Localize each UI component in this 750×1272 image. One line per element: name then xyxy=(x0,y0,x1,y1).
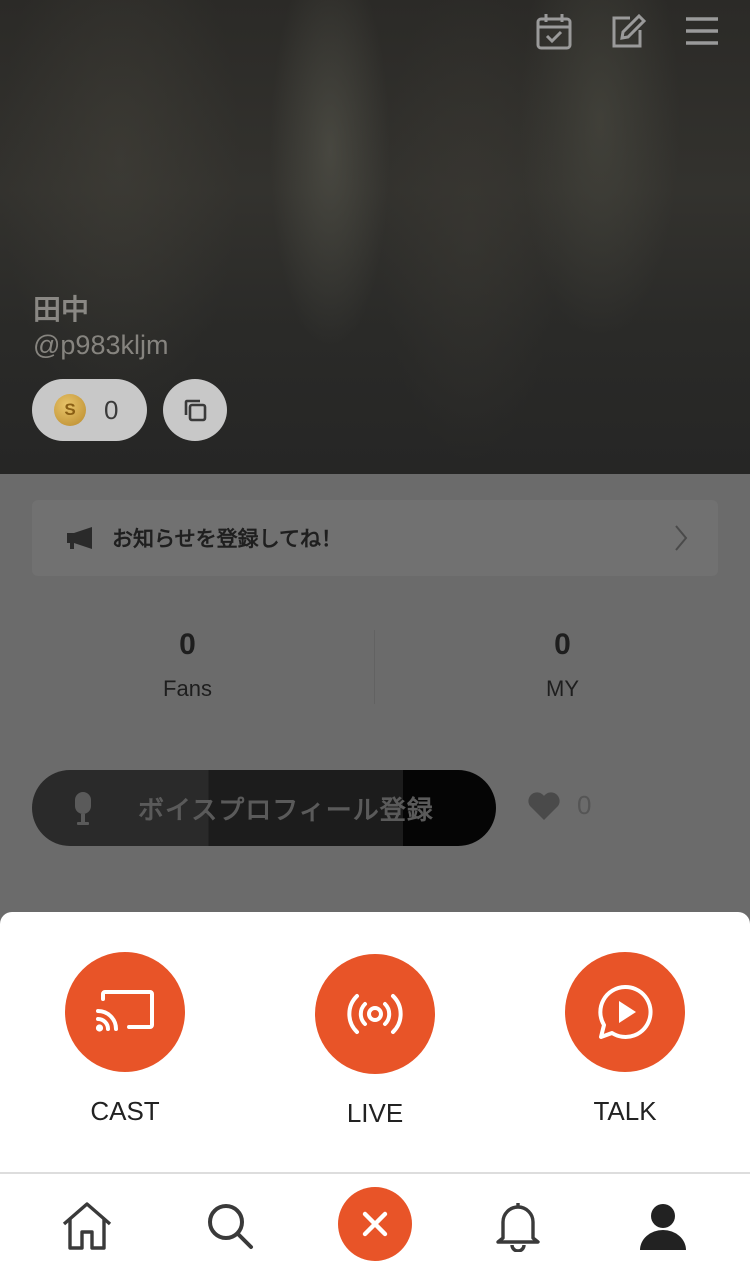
action-label: CAST xyxy=(90,1096,160,1126)
voice-profile-label: ボイスプロフィール登録 xyxy=(138,794,434,825)
cast-button[interactable]: CAST xyxy=(65,952,185,1127)
coin-count: 0 xyxy=(104,394,119,425)
heart-icon xyxy=(528,791,560,820)
stat-fans[interactable]: 0 Fans xyxy=(0,610,375,710)
copy-button[interactable] xyxy=(163,379,227,441)
stat-my[interactable]: 0 MY xyxy=(375,610,750,710)
megaphone-icon xyxy=(67,527,92,549)
header-actions xyxy=(534,12,722,52)
stat-value: 0 xyxy=(554,628,571,661)
edit-icon[interactable] xyxy=(608,12,648,52)
close-icon xyxy=(362,1211,388,1237)
live-button[interactable]: LIVE xyxy=(315,954,435,1129)
stat-divider xyxy=(374,630,375,704)
profile-icon[interactable] xyxy=(633,1196,693,1256)
create-action-sheet: CAST LIVE TALK xyxy=(0,912,750,1172)
profile-handle: @p983kljm xyxy=(33,330,169,360)
search-icon[interactable] xyxy=(200,1196,260,1256)
talk-icon xyxy=(565,952,685,1072)
calendar-check-icon[interactable] xyxy=(534,12,574,52)
notice-banner[interactable]: お知らせを登録してね！ xyxy=(32,500,718,576)
copy-icon xyxy=(184,399,207,422)
stat-value: 0 xyxy=(179,628,196,661)
profile-name: 田中 xyxy=(33,294,90,325)
likes-count: 0 xyxy=(577,790,592,820)
coin-balance-button[interactable]: S 0 xyxy=(32,379,147,441)
cast-icon xyxy=(65,952,185,1072)
coin-icon: S xyxy=(54,394,86,426)
talk-button[interactable]: TALK xyxy=(565,952,685,1127)
voice-profile-button[interactable]: ボイスプロフィール登録 xyxy=(32,770,496,846)
microphone-icon xyxy=(75,792,91,825)
menu-icon[interactable] xyxy=(682,12,722,52)
notice-text: お知らせを登録してね！ xyxy=(112,528,342,551)
action-label: TALK xyxy=(593,1096,657,1126)
broadcast-icon xyxy=(315,954,435,1074)
stat-label: Fans xyxy=(163,676,212,701)
close-button[interactable] xyxy=(338,1187,412,1261)
bell-icon[interactable] xyxy=(488,1196,548,1256)
stat-label: MY xyxy=(546,676,579,701)
voice-likes[interactable]: 0 xyxy=(527,790,591,821)
bottom-tab-bar xyxy=(0,1172,750,1272)
stats-row: 0 Fans 0 MY xyxy=(0,610,750,710)
chevron-right-icon xyxy=(675,525,688,551)
action-label: LIVE xyxy=(346,1098,404,1128)
home-icon[interactable] xyxy=(57,1196,117,1256)
